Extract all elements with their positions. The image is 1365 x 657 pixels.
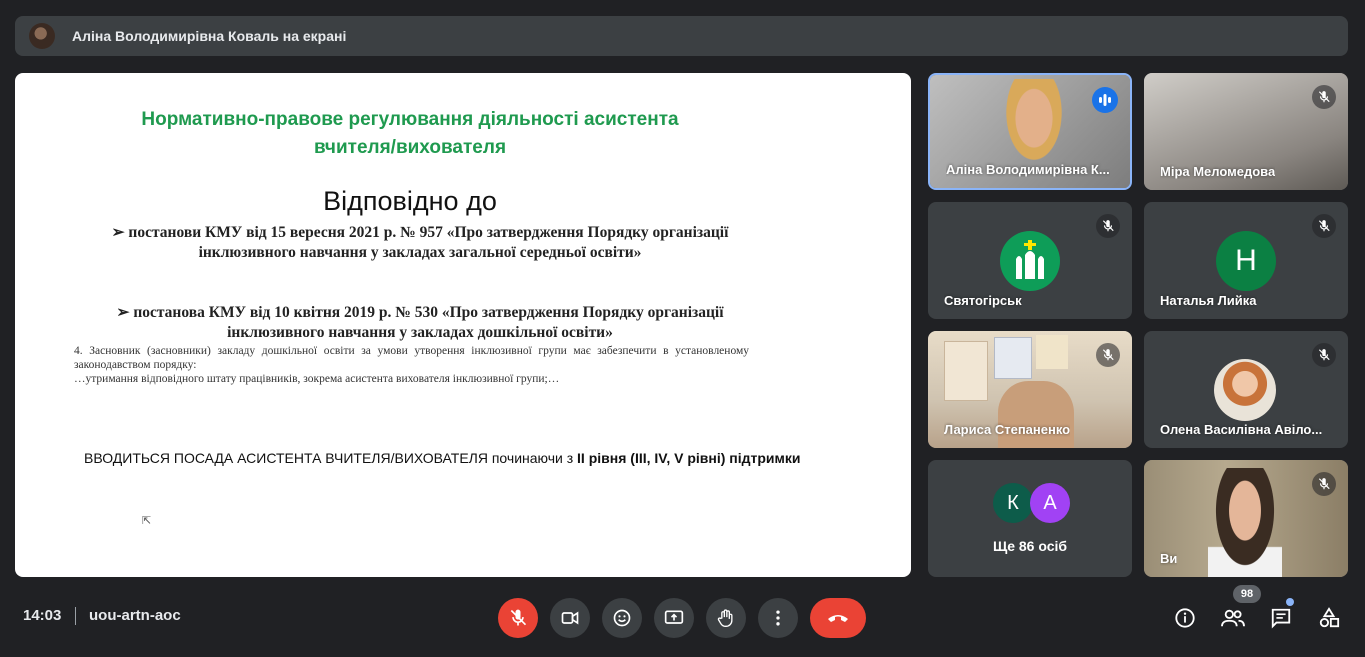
- participant-tile-5[interactable]: Лариса Степаненко: [928, 331, 1132, 448]
- mic-off-icon: [1096, 343, 1120, 367]
- mic-off-icon: [1312, 343, 1336, 367]
- reactions-button[interactable]: [602, 598, 642, 638]
- raise-hand-button[interactable]: [706, 598, 746, 638]
- participant-avatar: Н: [1216, 231, 1276, 291]
- shared-screen-slide: Нормативно-правове регулювання діяльност…: [15, 73, 911, 577]
- participant-avatar: К: [993, 483, 1033, 523]
- self-view-tile[interactable]: Ви: [1144, 460, 1348, 577]
- slide-heading: Нормативно-правове регулювання діяльност…: [141, 109, 679, 158]
- participant-name: Наталья Лийка: [1160, 293, 1257, 308]
- camera-icon: [561, 611, 579, 625]
- mic-off-icon: [1312, 472, 1336, 496]
- emoji-icon: [613, 609, 631, 627]
- slide-big-text: Відповідно до: [323, 186, 497, 216]
- activities-icon: [1319, 607, 1340, 628]
- clock: 14:03: [23, 607, 62, 624]
- end-call-button[interactable]: [810, 598, 866, 638]
- camera-toggle-button[interactable]: [550, 598, 590, 638]
- participant-avatar-image: [1000, 231, 1060, 291]
- people-icon: [1221, 609, 1245, 627]
- info-icon: [1175, 608, 1195, 628]
- mic-toggle-button[interactable]: [498, 598, 538, 638]
- slide-small-text: 4. Засновник (засновники) закладу дошкіл…: [74, 345, 749, 385]
- participant-tile-4[interactable]: Н Наталья Лийка: [1144, 202, 1348, 319]
- participant-name: Ви: [1160, 551, 1178, 566]
- participant-name: Аліна Володимирівна К...: [946, 162, 1110, 177]
- end-call-icon: [828, 615, 848, 622]
- more-participants-label: Ще 86 осіб: [992, 538, 1068, 554]
- meeting-code: uou-artn-aoc: [89, 607, 181, 624]
- more-participants-tile[interactable]: К А Ще 86 осіб: [928, 460, 1132, 577]
- participant-tile-2[interactable]: Міра Меломедова: [1144, 73, 1348, 190]
- slide-bullet-1: ➢ постанови КМУ від 15 вересня 2021 р. №…: [111, 224, 729, 261]
- participant-tile-6[interactable]: Олена Василівна Авіло...: [1144, 331, 1348, 448]
- participant-name: Міра Меломедова: [1160, 164, 1276, 179]
- activities-button[interactable]: [1311, 600, 1347, 636]
- more-vert-icon: [776, 610, 780, 626]
- participant-tile-1[interactable]: Аліна Володимирівна К...: [928, 73, 1132, 190]
- participant-avatar-image: [1214, 359, 1276, 421]
- participant-name: Олена Василівна Авіло...: [1160, 422, 1323, 437]
- presenter-avatar: [29, 23, 55, 49]
- mic-off-icon: [1096, 214, 1120, 238]
- participants-button[interactable]: [1215, 600, 1251, 636]
- more-options-button[interactable]: [758, 598, 798, 638]
- divider: [75, 607, 76, 625]
- slide-intro: ВВОДИТЬСЯ ПОСАДА АСИСТЕНТА ВЧИТЕЛЯ/ВИХОВ…: [84, 450, 801, 466]
- mic-off-icon: [1312, 85, 1336, 109]
- meeting-details-button[interactable]: [1167, 600, 1203, 636]
- mic-off-icon: [510, 609, 527, 626]
- chat-notification-dot: [1286, 598, 1294, 606]
- present-button[interactable]: [654, 598, 694, 638]
- mic-off-icon: [1312, 214, 1336, 238]
- participant-tile-3[interactable]: Святогірськ: [928, 202, 1132, 319]
- presenter-title: Аліна Володимирівна Коваль на екрані: [72, 28, 347, 44]
- present-screen-icon: [664, 610, 684, 624]
- chat-icon: [1271, 608, 1291, 629]
- presenter-bar[interactable]: Аліна Володимирівна Коваль на екрані: [15, 16, 1348, 56]
- participant-name: Святогірськ: [944, 293, 1022, 308]
- raise-hand-icon: [717, 609, 733, 627]
- participant-name: Лариса Степаненко: [944, 422, 1071, 437]
- chat-button[interactable]: [1263, 600, 1299, 636]
- speaking-indicator-icon: [1092, 87, 1118, 113]
- slide-bullet-2: ➢ постанова КМУ від 10 квітня 2019 р. № …: [116, 304, 724, 341]
- mouse-cursor-icon: ⇱: [142, 515, 152, 527]
- participant-avatar: А: [1030, 483, 1070, 523]
